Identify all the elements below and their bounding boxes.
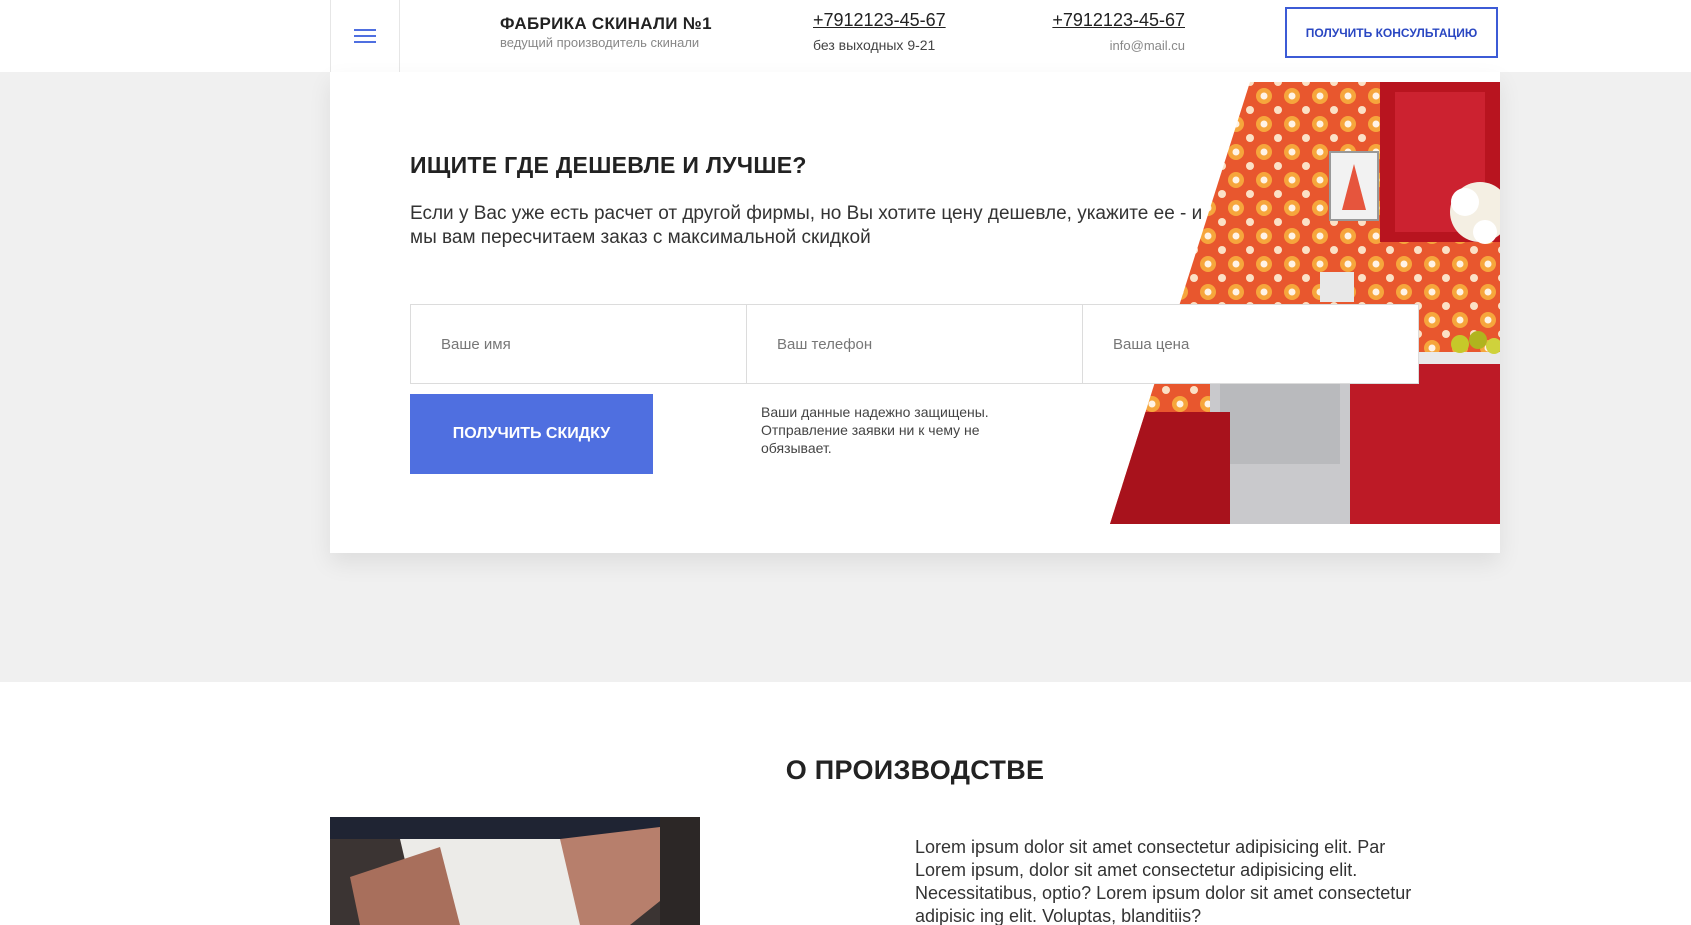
- about-title: О ПРОИЗВОДСТВЕ: [785, 755, 1045, 785]
- phone-field-wrapper: [746, 304, 1083, 384]
- consultation-button[interactable]: ПОЛУЧИТЬ КОНСУЛЬТАЦИЮ: [1285, 7, 1498, 58]
- name-field-wrapper: [410, 304, 747, 384]
- working-hours: без выходных 9-21: [813, 37, 936, 53]
- phone-block-1: +7912123-45-67 без выходных 9-21: [813, 10, 946, 53]
- brand-title: ФАБРИКА СКИНАЛИ №1: [500, 14, 712, 33]
- price-input[interactable]: [1113, 335, 1418, 353]
- phone-link-2[interactable]: +7912123-45-67: [1040, 10, 1185, 31]
- menu-button[interactable]: [330, 0, 400, 72]
- menu-icon: [354, 25, 376, 47]
- site-header: ФАБРИКА СКИНАЛИ №1 ведущий производитель…: [0, 0, 1691, 72]
- discount-form: [410, 304, 1419, 384]
- discount-offer-card: ИЩИТЕ ГДЕ ДЕШЕВЛЕ И ЛУЧШЕ? Если у Вас уж…: [330, 72, 1500, 553]
- about-text: Lorem ipsum dolor sit amet consectetur a…: [915, 837, 1412, 925]
- get-discount-button[interactable]: ПОЛУЧИТЬ СКИДКУ: [410, 394, 653, 474]
- phone-link-1[interactable]: +7912123-45-67: [813, 10, 946, 31]
- brand: ФАБРИКА СКИНАЛИ №1 ведущий производитель…: [500, 14, 712, 50]
- privacy-note: Ваши данные надежно защищены. Отправлени…: [761, 404, 989, 456]
- kitchen-photo: [1110, 82, 1500, 524]
- phone-input[interactable]: [777, 335, 1082, 353]
- offer-title: ИЩИТЕ ГДЕ ДЕШЕВЛЕ И ЛУЧШЕ?: [410, 152, 807, 178]
- price-field-wrapper: [1082, 304, 1419, 384]
- production-photo: [330, 817, 700, 925]
- offer-description: Если у Вас уже есть расчет от другой фир…: [410, 203, 1203, 248]
- name-input[interactable]: [441, 335, 746, 353]
- brand-subtitle: ведущий производитель скинали: [500, 35, 700, 50]
- phone-block-2: +7912123-45-67 info@mail.cu: [1040, 10, 1185, 53]
- email-text: info@mail.cu: [1109, 38, 1185, 53]
